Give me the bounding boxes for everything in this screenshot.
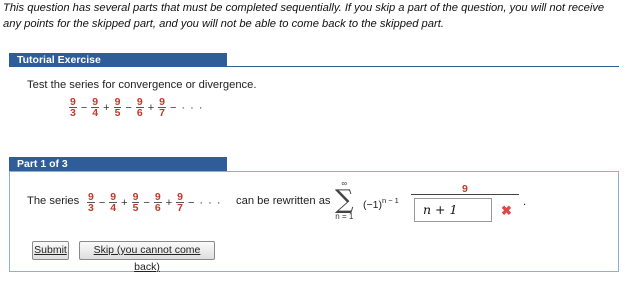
series-term: 96	[135, 96, 144, 119]
alternating-factor: (−1)n − 1	[363, 196, 399, 211]
tutorial-header-rule	[227, 66, 619, 67]
series-op: −	[143, 196, 150, 209]
power-exponent: n − 1	[381, 196, 399, 205]
tutorial-instruction: Test the series for convergence or diver…	[27, 79, 257, 91]
tutorial-header: Tutorial Exercise	[9, 53, 227, 67]
part-header: Part 1 of 3	[9, 157, 227, 171]
fraction-bar	[411, 194, 519, 195]
series-op: +	[121, 196, 128, 209]
notice-text: This question has several parts that mus…	[3, 2, 605, 30]
part-lead-text: The series	[27, 195, 80, 207]
series-term: 93	[87, 191, 95, 214]
series-term: 96	[153, 191, 162, 214]
series-term: 97	[158, 96, 166, 119]
answer-input[interactable]: n + 1	[414, 198, 492, 222]
sigma-symbol: ∑	[335, 185, 354, 215]
series-term: 94	[109, 191, 118, 214]
series-op: +	[165, 196, 173, 209]
series-term: 95	[131, 191, 140, 214]
series-term: 93	[69, 96, 77, 119]
part-series: 93 − 94 + 95 − 96 + 97 − · · ·	[86, 192, 222, 213]
series-op: −	[125, 101, 132, 114]
series-op: −	[187, 196, 195, 209]
x-icon: ✖	[501, 203, 512, 218]
series-term: 95	[113, 96, 122, 119]
series-ellipsis: · · ·	[181, 101, 204, 114]
series-op: −	[80, 101, 88, 114]
period: .	[523, 196, 527, 208]
series-op: −	[98, 196, 106, 209]
skip-button[interactable]: Skip (you cannot come back)	[79, 241, 215, 273]
series-ellipsis: · · ·	[199, 196, 222, 209]
tutorial-title: Tutorial Exercise	[17, 54, 101, 66]
submit-button[interactable]: Submit	[32, 241, 69, 260]
series-term: 97	[176, 191, 184, 214]
series-term: 94	[91, 96, 100, 119]
part-title: Part 1 of 3	[17, 158, 68, 170]
series-op: +	[103, 101, 110, 114]
power-base: (−1)	[363, 199, 382, 211]
series-op: −	[169, 101, 177, 114]
sigma-lower: n = 1	[335, 212, 354, 221]
tutorial-series: 93 − 94 + 95 − 96 + 97 − · · ·	[68, 97, 204, 118]
series-op: +	[147, 101, 155, 114]
rewrite-text: can be rewritten as	[236, 195, 331, 207]
sigma-notation: ∞ ∑ n = 1	[335, 180, 354, 222]
